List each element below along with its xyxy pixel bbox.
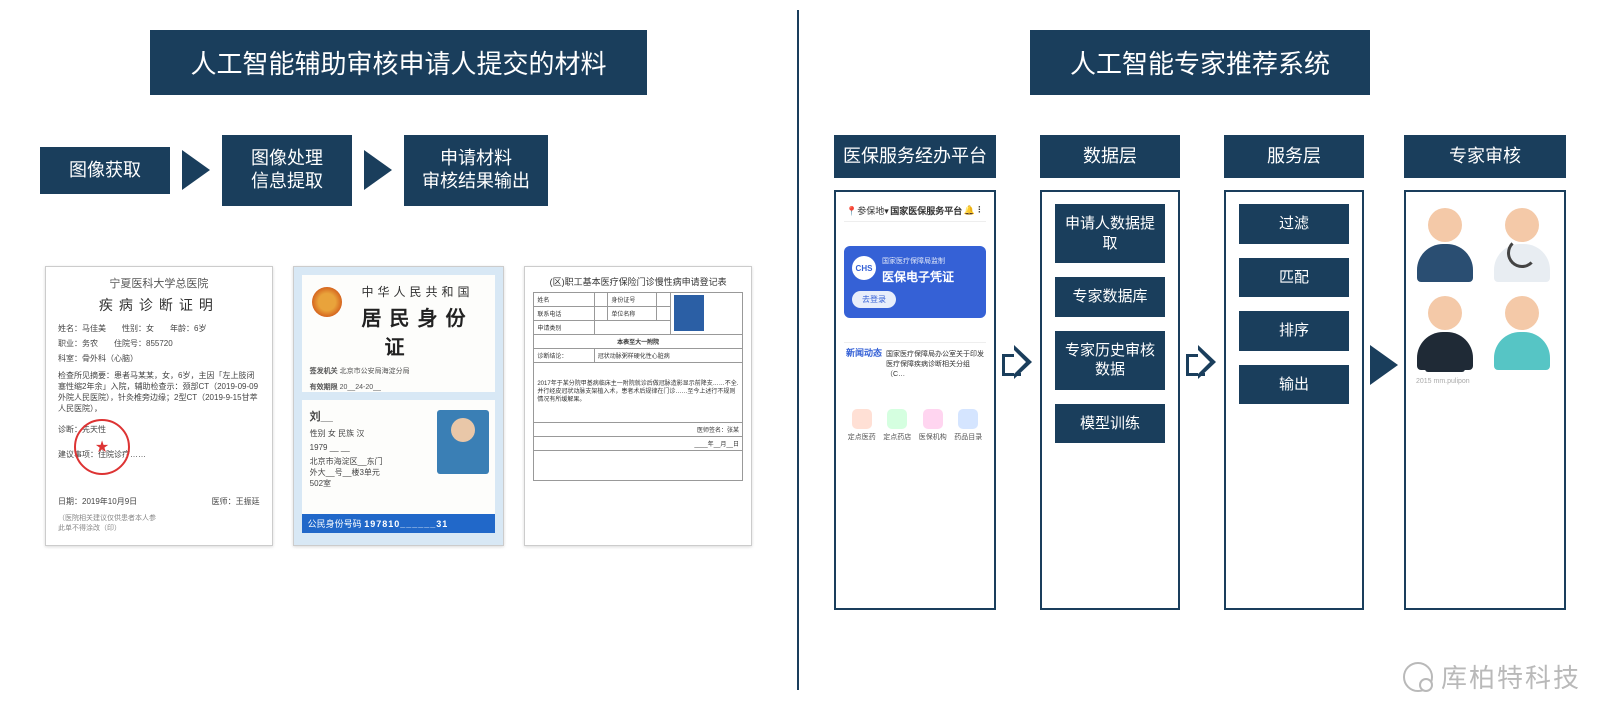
left-title: 人工智能辅助审核申请人提交的材料 (150, 30, 646, 95)
col-title: 医保服务经办平台 (834, 135, 996, 178)
right-panel: 人工智能专家推荐系统 医保服务经办平台 📍参保地▾ 国家医保服务平台 🔔 ⠇ C… (799, 0, 1601, 713)
laptop-icon (1425, 352, 1465, 372)
arrow-icon (182, 150, 210, 190)
node: 匹配 (1239, 258, 1349, 298)
flow-step-2: 图像处理 信息提取 (222, 135, 352, 206)
doc-line: 医师：王振廷 (208, 496, 264, 507)
doc-line: 科室：骨外科（心脑） (54, 353, 264, 364)
agency-icon (923, 409, 943, 429)
expert-avatar (1489, 202, 1555, 282)
news-row: 新闻动态 国家医疗保障局办公室关于印发医疗保障疾病诊断相关分组（C… (844, 342, 986, 385)
platform-nav: 定点医药 定点药店 医保机构 药品目录 (844, 409, 986, 442)
doc-line: 日期：2019年10月9日 (54, 496, 141, 507)
seal-stamp-icon (74, 419, 130, 475)
doc-line: （医院相关建议仅供患者本人参 (54, 513, 160, 523)
node: 专家数据库 (1055, 277, 1165, 317)
doc-line: 姓名：马佳美 性别：女 年龄：6岁 (54, 323, 264, 334)
left-panel: 人工智能辅助审核申请人提交的材料 图像获取 图像处理 信息提取 申请材料 审核结… (0, 0, 797, 713)
insurance-card: CHS 国家医疗保障局监制 医保电子凭证 去登录 (844, 246, 986, 318)
col-platform: 医保服务经办平台 📍参保地▾ 国家医保服务平台 🔔 ⠇ CHS 国家医疗保障局监… (834, 135, 996, 610)
id-field: 北京市海淀区__东门外大__号__楼3单元 (310, 456, 390, 478)
sample-doc-form: (区)职工基本医疗保险门诊慢性病申请登记表 姓名身份证号 联系电话单位名称 申请… (524, 266, 752, 546)
expert-avatar (1489, 290, 1555, 370)
arrow-outline-icon (1002, 345, 1034, 379)
doc-line: 职业：务农 住院号：855720 (54, 338, 264, 349)
platform-header: 📍参保地▾ 国家医保服务平台 🔔 ⠇ (844, 200, 986, 222)
node: 专家历史审核数据 (1055, 331, 1165, 390)
arrow-icon (1370, 345, 1398, 385)
national-emblem-icon (312, 287, 342, 317)
col-service-layer: 服务层 过滤 匹配 排序 输出 (1224, 135, 1364, 610)
experts-tag: 2015 mm.pulipon (1412, 378, 1558, 385)
expert-avatar (1412, 290, 1478, 370)
wechat-icon (1403, 662, 1433, 692)
node: 排序 (1239, 311, 1349, 351)
col-data-layer: 数据层 申请人数据提取 专家数据库 专家历史审核数据 模型训练 (1040, 135, 1180, 610)
arrow-icon (364, 150, 392, 190)
node: 申请人数据提取 (1055, 204, 1165, 263)
form-photo (674, 295, 704, 331)
doc-hospital: 宁夏医科大学总医院 (54, 275, 264, 291)
flow-step-3: 申请材料 审核结果输出 (404, 135, 548, 206)
form-table: 姓名身份证号 联系电话单位名称 申请类别 本表至大一附院 诊断结论：冠状动脉粥样… (533, 292, 743, 481)
login-button[interactable]: 去登录 (852, 291, 896, 308)
sample-doc-diagnosis: 宁夏医科大学总医院 疾病诊断证明 姓名：马佳美 性别：女 年龄：6岁 职业：务农… (45, 266, 273, 546)
hospital-icon (852, 409, 872, 429)
left-flow: 图像获取 图像处理 信息提取 申请材料 审核结果输出 (35, 135, 762, 206)
flow-step-1: 图像获取 (40, 147, 170, 194)
doc-line: 此单不得涂改（印） (54, 523, 125, 533)
col-expert-review: 专家审核 2015 mm.pulipon (1404, 135, 1566, 610)
catalog-icon (958, 409, 978, 429)
col-title: 专家审核 (1404, 135, 1566, 178)
form-title: (区)职工基本医疗保险门诊慢性病申请登记表 (533, 275, 743, 288)
col-title: 数据层 (1040, 135, 1180, 178)
col-title: 服务层 (1224, 135, 1364, 178)
right-title: 人工智能专家推荐系统 (1030, 30, 1370, 95)
arrow-outline-icon (1186, 345, 1218, 379)
node: 模型训练 (1055, 404, 1165, 444)
doc-title: 疾病诊断证明 (54, 295, 264, 315)
pharmacy-icon (887, 409, 907, 429)
bell-icon: 🔔 ⠇ (964, 205, 984, 216)
node: 输出 (1239, 365, 1349, 405)
expert-avatar (1412, 202, 1478, 282)
watermark: 库柏特科技 (1403, 658, 1581, 695)
id-field: 502室 (310, 478, 488, 489)
sample-doc-id-card: 中华人民共和国 居民身份证 签发机关 北京市公安局海淀分局 有效期限 20__2… (293, 266, 505, 546)
id-photo (437, 410, 489, 474)
node: 过滤 (1239, 204, 1349, 244)
doc-line: 检查所见摘要：患者马某某，女，6岁，主因「左上肢闭塞性缩2年余」入院，辅助检查示… (54, 370, 264, 414)
